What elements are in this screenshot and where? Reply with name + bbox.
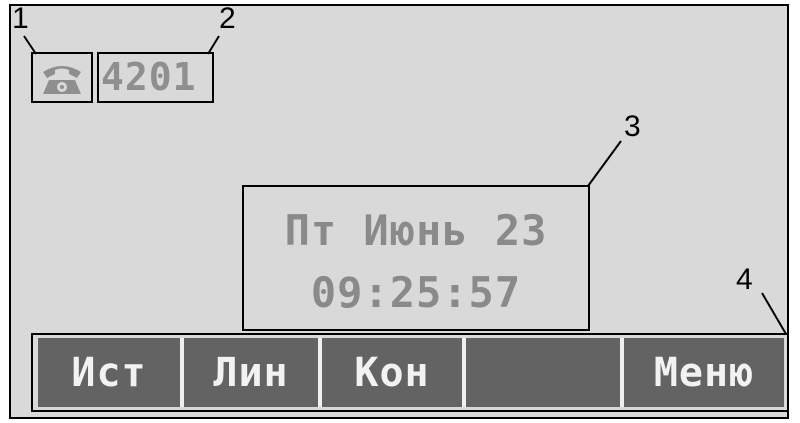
extension-number: 4201: [101, 55, 197, 99]
time-display: 09:25:57: [310, 268, 522, 317]
softkey-menu[interactable]: Меню: [624, 338, 784, 407]
softkey-history[interactable]: Ист: [38, 338, 180, 407]
softkey-empty[interactable]: [466, 338, 620, 407]
softkey-bar: Ист Лин Кон Меню: [38, 338, 784, 407]
softkey-lines[interactable]: Лин: [184, 338, 318, 407]
callout-1: 1: [12, 2, 29, 35]
callout-2: 2: [219, 2, 236, 35]
telephone-icon: [43, 66, 81, 94]
callout-3: 3: [624, 110, 641, 143]
softkey-contacts[interactable]: Кон: [322, 338, 462, 407]
callout-4: 4: [736, 263, 753, 296]
date-display: Пт Июнь 23: [284, 206, 548, 255]
